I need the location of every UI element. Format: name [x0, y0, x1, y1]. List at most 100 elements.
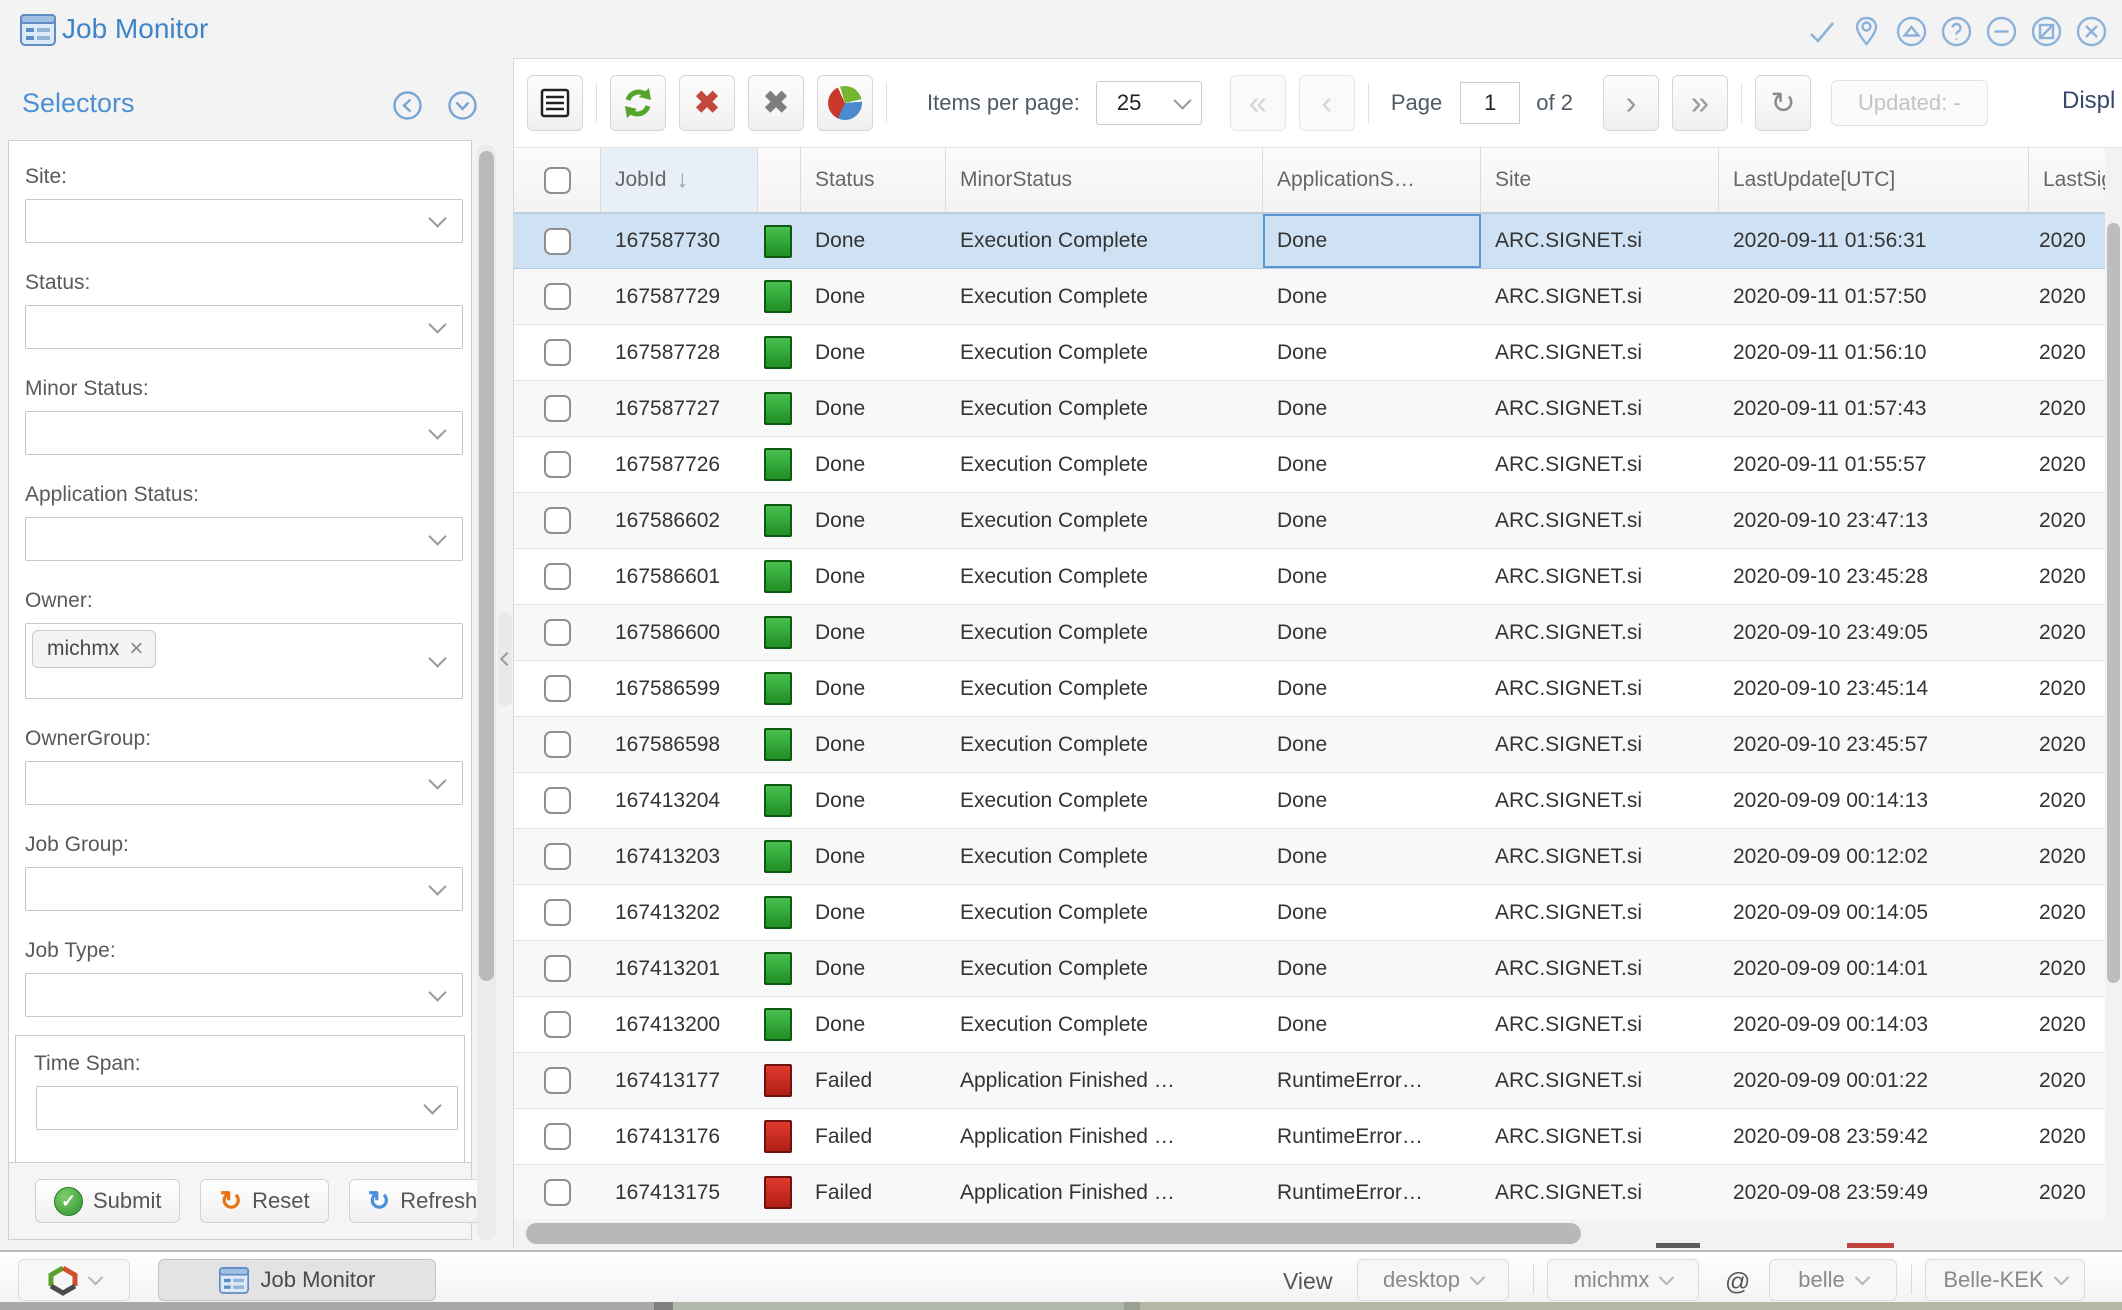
table-row[interactable]: 167413176FailedApplication Finished …Run… [514, 1109, 2122, 1165]
column-header-lastupdate[interactable]: LastUpdate[UTC] [1719, 148, 2029, 212]
table-row[interactable]: 167413203DoneExecution CompleteDoneARC.S… [514, 829, 2122, 885]
reset-button[interactable]: ↻ Reset [200, 1179, 328, 1223]
collapse-down-circle-icon[interactable] [447, 90, 478, 121]
combo-box[interactable] [25, 867, 463, 911]
row-checkbox[interactable] [544, 395, 571, 422]
delete-jobs-button[interactable]: ✖ [679, 75, 735, 131]
column-header-minorstatus[interactable]: MinorStatus [946, 148, 1263, 212]
page-number-input[interactable]: 1 [1460, 82, 1520, 124]
row-checkbox[interactable] [544, 563, 571, 590]
updated-button[interactable]: Updated: - [1831, 80, 1988, 126]
column-header-applicationstatus[interactable]: ApplicationS… [1263, 148, 1481, 212]
statistics-button[interactable] [817, 75, 873, 131]
cell-status-icon [758, 493, 801, 548]
taskbar-job-monitor-button[interactable]: Job Monitor [158, 1259, 436, 1301]
menu-button[interactable] [527, 75, 583, 131]
group-select[interactable]: belle [1769, 1259, 1897, 1301]
prev-page-button[interactable]: ‹ [1299, 75, 1355, 131]
check-icon[interactable] [1805, 15, 1838, 48]
auto-refresh-button[interactable]: ↻ [1755, 75, 1811, 131]
first-page-button[interactable]: « [1230, 75, 1286, 131]
table-row[interactable]: 167413202DoneExecution CompleteDoneARC.S… [514, 885, 2122, 941]
row-checkbox[interactable] [544, 619, 571, 646]
table-row[interactable]: 167587726DoneExecution CompleteDoneARC.S… [514, 437, 2122, 493]
column-header-jobid[interactable]: JobId ↓ [601, 148, 758, 212]
toolbar-separator [1368, 83, 1369, 123]
collapse-circle-icon[interactable] [1895, 15, 1928, 48]
row-checkbox[interactable] [544, 787, 571, 814]
submit-button[interactable]: ✓ Submit [35, 1179, 180, 1223]
reload-table-button[interactable] [610, 75, 666, 131]
table-row[interactable]: 167587728DoneExecution CompleteDoneARC.S… [514, 325, 2122, 381]
row-checkbox[interactable] [544, 675, 571, 702]
row-checkbox[interactable] [544, 451, 571, 478]
cell-minorstatus: Execution Complete [946, 549, 1263, 604]
combo-box[interactable] [25, 973, 463, 1017]
vertical-scrollbar-thumb[interactable] [2107, 223, 2120, 983]
row-checkbox[interactable] [544, 843, 571, 870]
combo-box[interactable] [25, 305, 463, 349]
selectors-scrollbar[interactable] [477, 145, 496, 1240]
row-checkbox[interactable] [544, 228, 571, 255]
column-header-status[interactable]: Status [801, 148, 946, 212]
selectors-scrollbar-thumb[interactable] [479, 151, 494, 981]
table-row[interactable]: 167587727DoneExecution CompleteDoneARC.S… [514, 381, 2122, 437]
items-per-page-select[interactable]: 25 [1096, 81, 1202, 125]
last-page-button[interactable]: » [1672, 75, 1728, 131]
column-header-lastsignoflife[interactable]: LastSig [2029, 148, 2106, 212]
combo-box[interactable] [25, 199, 463, 243]
combo-box[interactable] [36, 1086, 458, 1130]
combo-box[interactable] [25, 411, 463, 455]
refresh-button[interactable]: ↻ Refresh [349, 1179, 497, 1223]
help-circle-icon[interactable] [1940, 15, 1973, 48]
table-row[interactable]: 167586600DoneExecution CompleteDoneARC.S… [514, 605, 2122, 661]
table-vertical-scrollbar[interactable] [2105, 148, 2122, 1248]
table-row[interactable]: 167413204DoneExecution CompleteDoneARC.S… [514, 773, 2122, 829]
close-circle-icon[interactable] [2075, 15, 2108, 48]
select-all-checkbox[interactable] [544, 167, 571, 194]
column-header-statusicon[interactable] [758, 148, 801, 212]
main-menu-button[interactable] [18, 1259, 130, 1301]
combo-box[interactable]: michmx× [25, 623, 463, 699]
table-row[interactable]: 167413177FailedApplication Finished …Run… [514, 1053, 2122, 1109]
table-row[interactable]: 167587730DoneExecution CompleteDoneARC.S… [514, 213, 2122, 269]
table-row[interactable]: 167586601DoneExecution CompleteDoneARC.S… [514, 549, 2122, 605]
horizontal-scrollbar-thumb[interactable] [526, 1223, 1581, 1244]
table-row[interactable]: 167413175FailedApplication Finished …Run… [514, 1165, 2122, 1221]
owner-chip[interactable]: michmx× [32, 630, 156, 668]
panel-splitter[interactable] [498, 612, 512, 706]
row-checkbox[interactable] [544, 1067, 571, 1094]
row-checkbox[interactable] [544, 731, 571, 758]
view-select[interactable]: desktop [1357, 1259, 1509, 1301]
row-checkbox[interactable] [544, 283, 571, 310]
column-header-site[interactable]: Site [1481, 148, 1719, 212]
row-checkbox[interactable] [544, 899, 571, 926]
chip-remove-icon[interactable]: × [129, 637, 143, 661]
table-row[interactable]: 167413200DoneExecution CompleteDoneARC.S… [514, 997, 2122, 1053]
next-page-button[interactable]: › [1603, 75, 1659, 131]
table-row[interactable]: 167587729DoneExecution CompleteDoneARC.S… [514, 269, 2122, 325]
table-row[interactable]: 167586598DoneExecution CompleteDoneARC.S… [514, 717, 2122, 773]
row-checkbox[interactable] [544, 1123, 571, 1150]
user-select[interactable]: michmx [1547, 1259, 1699, 1301]
row-checkbox[interactable] [544, 955, 571, 982]
restore-circle-icon[interactable] [2030, 15, 2063, 48]
combo-box[interactable] [25, 517, 463, 561]
table-row[interactable]: 167586602DoneExecution CompleteDoneARC.S… [514, 493, 2122, 549]
pin-icon[interactable] [1850, 15, 1883, 48]
row-checkbox[interactable] [544, 1011, 571, 1038]
cell-lastsignoflife: 2020 [2029, 661, 2106, 716]
row-checkbox[interactable] [544, 1179, 571, 1206]
row-checkbox[interactable] [544, 339, 571, 366]
status-red-icon [764, 1120, 792, 1153]
setup-select[interactable]: Belle-KEK [1925, 1259, 2085, 1301]
cell-status: Done [801, 773, 946, 828]
kill-jobs-button[interactable]: ✖ [748, 75, 804, 131]
collapse-left-circle-icon[interactable] [392, 90, 423, 121]
minimize-circle-icon[interactable] [1985, 15, 2018, 48]
table-row[interactable]: 167586599DoneExecution CompleteDoneARC.S… [514, 661, 2122, 717]
row-checkbox[interactable] [544, 507, 571, 534]
combo-box[interactable] [25, 761, 463, 805]
select-all-header[interactable] [514, 148, 601, 212]
table-row[interactable]: 167413201DoneExecution CompleteDoneARC.S… [514, 941, 2122, 997]
